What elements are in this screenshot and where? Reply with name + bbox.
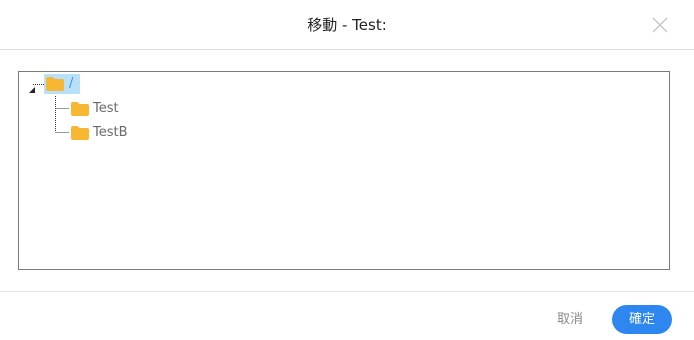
- close-button[interactable]: [650, 15, 670, 35]
- dialog-title: 移動 - Test:: [307, 16, 387, 34]
- tree-node-root[interactable]: /: [44, 74, 80, 94]
- folder-icon: [46, 77, 64, 91]
- tree-node-label: /: [69, 76, 74, 91]
- dialog-header: 移動 - Test:: [0, 0, 694, 50]
- folder-icon: [71, 126, 89, 140]
- tree-node-label: TestB: [93, 125, 128, 140]
- cancel-button[interactable]: 取消: [544, 305, 596, 335]
- close-icon: [652, 17, 668, 33]
- tree-node-label: Test: [93, 101, 119, 116]
- triangle-down-icon: [29, 87, 35, 93]
- folder-tree[interactable]: / Test TestB: [18, 71, 670, 270]
- tree-expander-root[interactable]: [28, 79, 36, 93]
- move-dialog: 移動 - Test: / Test TestB 取消 確定: [0, 0, 694, 340]
- footer-divider: [0, 291, 694, 292]
- tree-node-test[interactable]: Test: [69, 100, 129, 120]
- tree-node-testb[interactable]: TestB: [69, 124, 139, 144]
- folder-icon: [71, 102, 89, 116]
- ok-button[interactable]: 確定: [612, 305, 672, 334]
